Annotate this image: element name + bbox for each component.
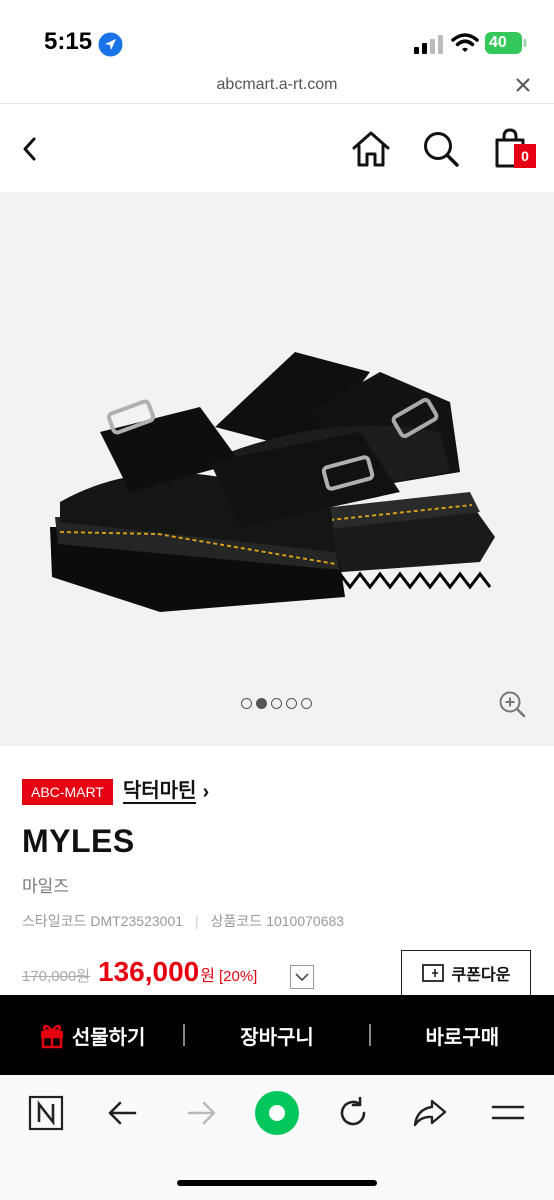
product-image xyxy=(50,352,495,612)
home-indicator xyxy=(177,1180,377,1186)
product-code-value: 1010070683 xyxy=(266,913,345,929)
refresh-icon[interactable] xyxy=(335,1095,371,1131)
close-icon[interactable] xyxy=(514,76,532,94)
back-chevron-icon[interactable] xyxy=(18,134,42,164)
carousel-dot[interactable] xyxy=(286,698,297,709)
cart-count-badge: 0 xyxy=(514,144,536,168)
cart-label: 장바구니 xyxy=(240,1026,314,1049)
status-bar: 5:15 40 xyxy=(0,0,554,70)
carousel-dots xyxy=(241,698,312,712)
status-time: 5:15 xyxy=(44,28,93,55)
app-header: 0 xyxy=(0,104,554,192)
product-code-label: 상품코드 xyxy=(210,913,263,929)
naver-n-icon[interactable] xyxy=(28,1095,64,1131)
product-codes: 스타일코드 DMT23523001 | 상품코드 1010070683 xyxy=(22,911,344,931)
naver-green-dot-icon[interactable] xyxy=(254,1090,300,1136)
product-name: MYLES xyxy=(22,823,135,859)
original-price: 170,000원 xyxy=(22,968,91,985)
code-divider: | xyxy=(195,913,199,929)
buy-now-button[interactable]: 바로구매 xyxy=(371,1021,554,1050)
purchase-action-bar: 선물하기 장바구니 바로구매 xyxy=(0,995,554,1075)
battery-level: 40 xyxy=(489,34,507,51)
coupon-icon xyxy=(421,964,444,982)
brand-row: ABC-MART 닥터마틴 › xyxy=(22,778,209,806)
back-arrow-icon[interactable] xyxy=(105,1095,141,1131)
price-detail-toggle[interactable] xyxy=(290,965,314,989)
buy-label: 바로구매 xyxy=(425,1026,500,1049)
product-name-korean: 마일즈 xyxy=(22,877,69,896)
carousel-dot-active[interactable] xyxy=(256,698,267,709)
gift-label: 선물하기 xyxy=(71,1026,146,1049)
menu-icon[interactable] xyxy=(490,1095,526,1131)
location-arrow-icon xyxy=(98,32,123,57)
product-image-gallery[interactable] xyxy=(0,192,554,746)
coupon-label: 쿠폰다운 xyxy=(451,967,511,984)
carousel-dot[interactable] xyxy=(271,698,282,709)
url-bar[interactable]: abcmart.a-rt.com xyxy=(0,70,554,104)
gift-button[interactable]: 선물하기 xyxy=(0,1021,183,1050)
store-badge: ABC-MART xyxy=(22,779,113,805)
carousel-dot[interactable] xyxy=(301,698,312,709)
sale-price: 136,000 xyxy=(98,956,200,987)
zoom-in-icon[interactable] xyxy=(498,690,526,718)
cellular-signal-icon xyxy=(414,35,443,54)
gift-icon xyxy=(40,1024,63,1049)
share-icon[interactable] xyxy=(412,1095,448,1131)
wifi-icon xyxy=(451,33,479,52)
brand-link[interactable]: 닥터마틴 xyxy=(122,780,197,804)
price-row: 170,000원 136,000 원 [20%] xyxy=(22,956,257,992)
url-text: abcmart.a-rt.com xyxy=(216,76,338,93)
style-code-value: DMT23523001 xyxy=(90,913,184,929)
search-icon[interactable] xyxy=(421,129,461,169)
discount-rate: [20%] xyxy=(218,968,258,985)
chevron-down-icon xyxy=(295,973,309,982)
style-code-label: 스타일코드 xyxy=(22,913,87,929)
carousel-dot[interactable] xyxy=(241,698,252,709)
price-unit: 원 xyxy=(200,968,215,985)
coupon-download-button[interactable]: 쿠폰다운 xyxy=(401,950,531,996)
forward-arrow-icon[interactable] xyxy=(183,1095,219,1131)
chevron-right-icon[interactable]: › xyxy=(202,781,209,804)
home-icon[interactable] xyxy=(350,129,392,169)
add-to-cart-button[interactable]: 장바구니 xyxy=(185,1021,368,1050)
